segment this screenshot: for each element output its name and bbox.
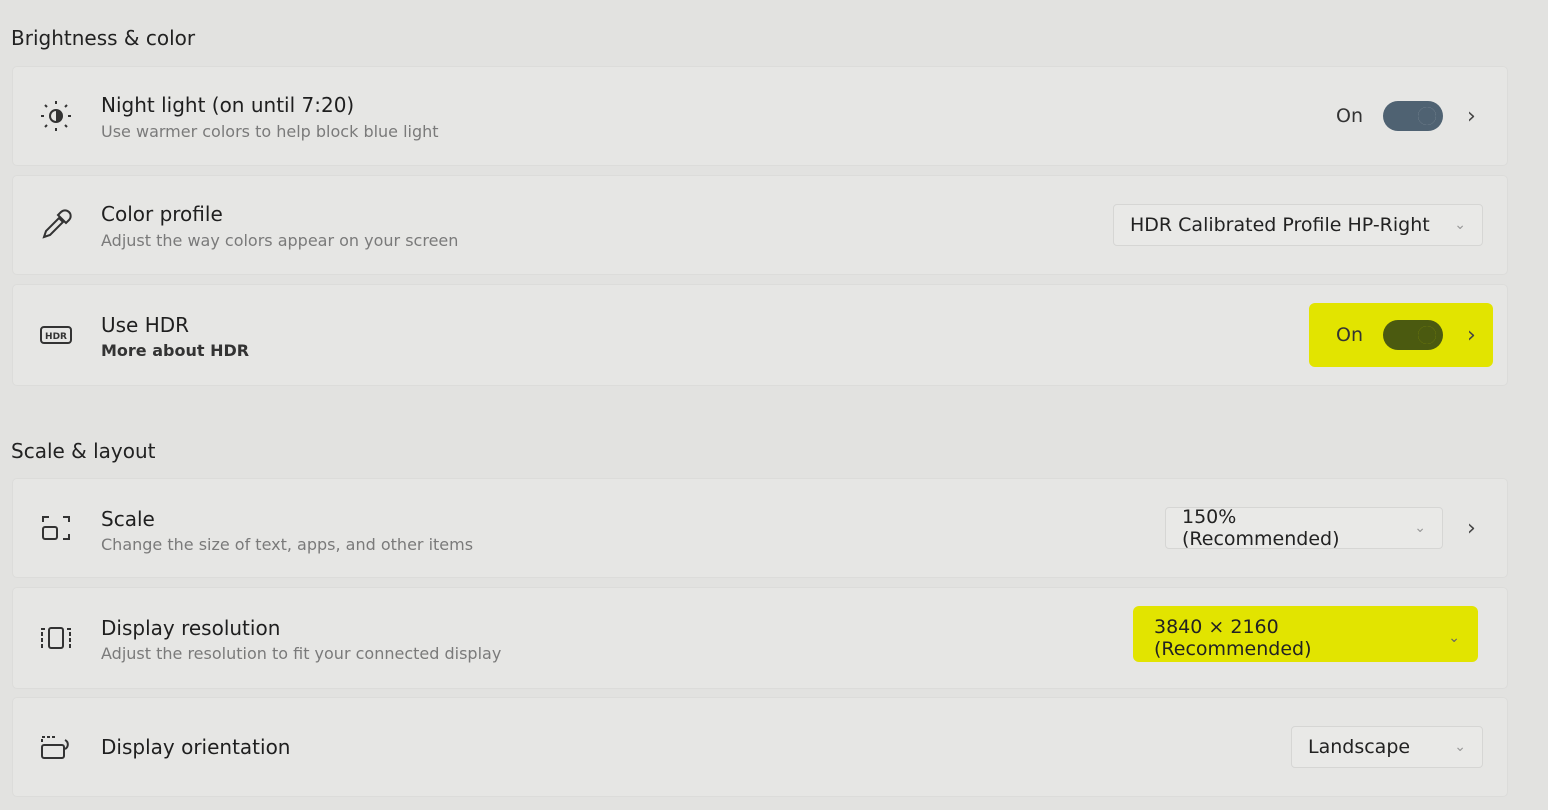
- hdr-icon: HDR: [40, 326, 72, 344]
- eyedropper-icon: [42, 209, 72, 239]
- chevron-right-icon[interactable]: ›: [1467, 516, 1481, 541]
- resolution-title: Display resolution: [101, 616, 281, 640]
- night-light-state: On: [1336, 105, 1363, 127]
- scale-value: 150% (Recommended): [1182, 506, 1340, 550]
- display-resolution-row: Display resolution Adjust the resolution…: [12, 587, 1508, 689]
- orientation-dropdown[interactable]: Landscape ⌄: [1291, 726, 1483, 768]
- brightness-icon: [41, 101, 71, 131]
- scale-row: Scale Change the size of text, apps, and…: [12, 478, 1508, 578]
- svg-text:HDR: HDR: [45, 332, 67, 342]
- hdr-state: On: [1336, 324, 1363, 346]
- display-orientation-row: Display orientation Landscape ⌄: [12, 697, 1508, 797]
- resolution-icon: [41, 627, 71, 649]
- hdr-toggle[interactable]: [1383, 320, 1443, 350]
- resolution-dropdown[interactable]: 3840 × 2160 (Recommended) ⌄: [1137, 616, 1477, 660]
- color-profile-title: Color profile: [101, 202, 223, 226]
- color-profile-dropdown[interactable]: HDR Calibrated Profile HP-Right ⌄: [1113, 204, 1483, 246]
- chevron-down-icon: ⌄: [1454, 739, 1466, 755]
- use-hdr-row[interactable]: HDR Use HDR More about HDR On ›: [12, 284, 1508, 386]
- chevron-down-icon: ⌄: [1448, 630, 1460, 646]
- use-hdr-title: Use HDR: [101, 313, 190, 337]
- section-header-brightness: Brightness & color: [11, 26, 196, 50]
- more-about-hdr-link[interactable]: More about HDR: [101, 341, 249, 360]
- color-profile-value: HDR Calibrated Profile HP-Right: [1130, 214, 1430, 236]
- night-light-title: Night light (on until 7:20): [101, 93, 355, 117]
- chevron-down-icon: ⌄: [1414, 520, 1426, 536]
- chevron-right-icon[interactable]: ›: [1467, 323, 1481, 348]
- section-header-scale: Scale & layout: [11, 439, 156, 463]
- color-profile-subtitle: Adjust the way colors appear on your scr…: [101, 231, 459, 250]
- night-light-subtitle: Use warmer colors to help block blue lig…: [101, 122, 439, 141]
- scale-icon: [42, 516, 70, 540]
- chevron-right-icon[interactable]: ›: [1467, 104, 1481, 129]
- scale-dropdown[interactable]: 150% (Recommended) ⌄: [1165, 506, 1443, 550]
- orientation-icon: [41, 736, 69, 759]
- resolution-value: 3840 × 2160 (Recommended): [1154, 616, 1312, 660]
- resolution-subtitle: Adjust the resolution to fit your connec…: [101, 644, 502, 663]
- color-profile-row: Color profile Adjust the way colors appe…: [12, 175, 1508, 275]
- chevron-down-icon: ⌄: [1454, 217, 1466, 233]
- night-light-row[interactable]: Night light (on until 7:20) Use warmer c…: [12, 66, 1508, 166]
- scale-subtitle: Change the size of text, apps, and other…: [101, 535, 474, 554]
- scale-title: Scale: [101, 507, 155, 531]
- orientation-title: Display orientation: [101, 735, 291, 759]
- orientation-value: Landscape: [1308, 736, 1411, 758]
- night-light-toggle[interactable]: [1383, 101, 1443, 131]
